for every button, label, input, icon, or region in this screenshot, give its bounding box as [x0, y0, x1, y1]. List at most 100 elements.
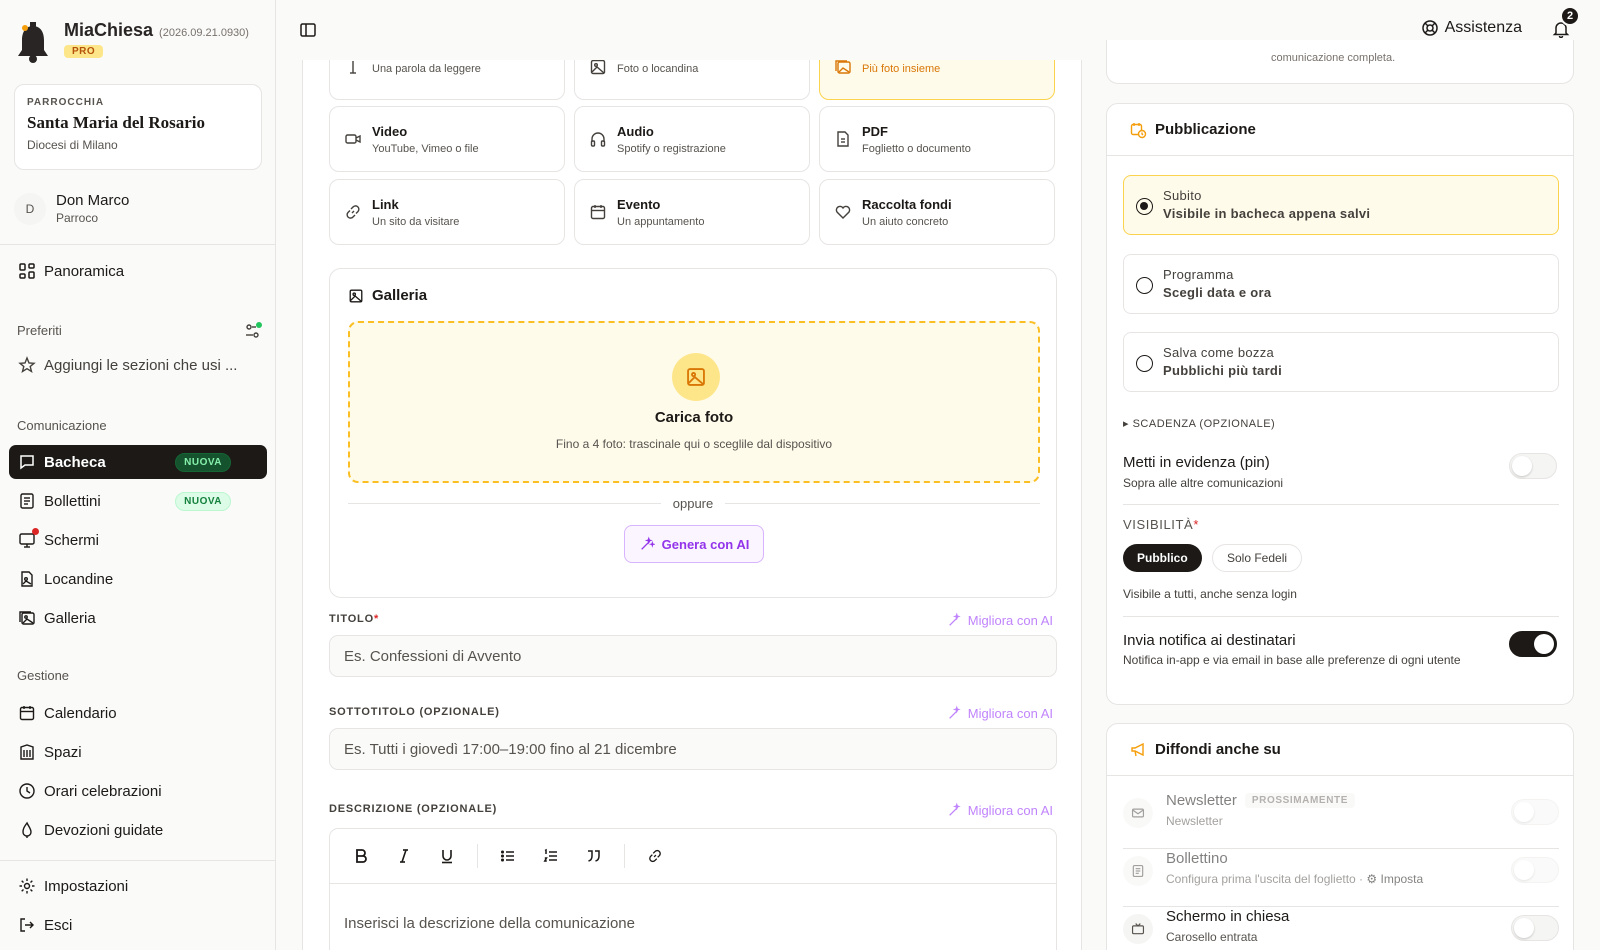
new-badge: NUOVA — [175, 491, 231, 511]
mail-icon — [1123, 798, 1153, 828]
type-card-event[interactable]: Evento Un appuntamento — [574, 179, 810, 245]
user-profile[interactable]: D Don Marco Parroco — [14, 192, 129, 225]
configure-link[interactable]: ⚙ Imposta — [1366, 872, 1423, 886]
type-card-pdf[interactable]: PDF Foglietto o documento — [819, 106, 1055, 172]
type-card-fundraising[interactable]: Raccolta fondi Un aiuto concreto — [819, 179, 1055, 245]
list-icon — [500, 850, 514, 862]
sidebar-item-calendario[interactable]: Calendario — [9, 696, 267, 730]
bulletin-switch — [1511, 857, 1559, 883]
favorites-hint-label: Aggiungi le sezioni che usi ... — [44, 356, 238, 374]
sidebar-item-logout[interactable]: Esci — [9, 908, 267, 942]
italic-button[interactable] — [391, 843, 417, 869]
channel-sub: Carosello entrata — [1166, 930, 1258, 944]
improve-ai-label: Migliora con AI — [967, 705, 1053, 721]
photo-dropzone[interactable]: Carica foto Fino a 4 foto: trascinale qu… — [348, 321, 1040, 483]
newspaper-icon — [20, 493, 34, 509]
channel-sub: Newsletter — [1166, 814, 1223, 828]
deadline-toggle[interactable]: ▸ SCADENZA (OPZIONALE) — [1123, 417, 1275, 430]
link-icon — [649, 849, 661, 863]
type-title: Evento — [617, 196, 661, 212]
type-sub: Spotify o registrazione — [617, 142, 726, 155]
option-sub: Visibile in bacheca appena salvi — [1163, 206, 1371, 221]
notifications-count: 2 — [1560, 6, 1580, 26]
visibility-faithful-pill[interactable]: Solo Fedeli — [1212, 544, 1303, 572]
sidebar-divider — [0, 860, 276, 861]
link-button[interactable] — [642, 843, 668, 869]
sidebar-item-settings[interactable]: Impostazioni — [9, 869, 267, 903]
sidebar-toggle-icon[interactable] — [299, 21, 317, 39]
sidebar-item-schermi[interactable]: Schermi — [9, 523, 267, 557]
help-button[interactable]: Assistenza — [1421, 19, 1522, 37]
sidebar-item-orari[interactable]: Orari celebrazioni — [9, 774, 267, 808]
upload-image-icon — [672, 353, 720, 401]
sidebar-item-label: Bollettini — [44, 492, 101, 510]
description-editor[interactable]: Inserisci la descrizione della comunicaz… — [329, 828, 1057, 950]
sidebar-item-label: Impostazioni — [44, 877, 129, 895]
underline-button[interactable] — [434, 843, 460, 869]
improve-description-ai-button[interactable]: Migliora con AI — [947, 802, 1053, 818]
channel-sub-text: Configura prima l'uscita del foglietto · — [1166, 872, 1367, 886]
improve-title-ai-button[interactable]: Migliora con AI — [947, 612, 1053, 628]
favorites-settings-icon[interactable] — [244, 322, 262, 340]
toolbar-separator — [477, 844, 478, 868]
images-icon — [835, 60, 851, 74]
visibility-note: Visibile a tutti, anche senza login — [1123, 587, 1297, 601]
text-icon — [350, 61, 356, 74]
star-icon — [18, 356, 36, 374]
option-title: Salva come bozza — [1163, 345, 1275, 360]
lifebuoy-icon — [1421, 20, 1438, 36]
type-card-link[interactable]: Link Un sito da visitare — [329, 179, 565, 245]
type-sub: Una parola da leggere — [372, 63, 481, 75]
sidebar-item-devozioni[interactable]: Devozioni guidate — [9, 813, 267, 847]
numbered-list-button[interactable] — [538, 843, 564, 869]
notify-switch[interactable] — [1509, 631, 1557, 657]
magic-wand-icon — [640, 536, 655, 550]
brand[interactable]: MiaChiesa (2026.09.21.0930) PRO — [16, 20, 249, 64]
list-ordered-icon — [543, 848, 557, 862]
generate-ai-button[interactable]: Genera con AI — [624, 525, 764, 563]
bold-icon — [356, 849, 367, 863]
sidebar-item-overview[interactable]: Panoramica — [9, 254, 267, 288]
title-input[interactable]: Es. Confessioni di Avvento — [329, 635, 1057, 677]
type-sub: Un appuntamento — [617, 215, 705, 228]
subtitle-input[interactable]: Es. Tutti i giovedì 17:00–19:00 fino al … — [329, 728, 1057, 770]
publish-now-option[interactable]: Subito Visibile in bacheca appena salvi — [1123, 175, 1559, 235]
draft-option[interactable]: Salva come bozza Pubblichi più tardi — [1123, 332, 1559, 392]
type-card-image[interactable]: Foto o locandina — [574, 60, 810, 100]
required-mark: * — [1193, 517, 1199, 532]
sidebar-item-bacheca[interactable]: Bacheca NUOVA — [9, 445, 267, 479]
visibility-public-pill[interactable]: Pubblico — [1123, 544, 1202, 572]
notifications-button[interactable]: 2 — [1552, 6, 1580, 38]
favorites-add-hint[interactable]: Aggiungi le sezioni che usi ... — [9, 348, 267, 382]
option-title: Programma — [1163, 267, 1234, 282]
gallery-card: Galleria Carica foto Fino a 4 foto: tras… — [329, 268, 1057, 598]
type-card-audio[interactable]: Audio Spotify o registrazione — [574, 106, 810, 172]
images-icon — [19, 611, 35, 625]
sidebar-item-bollettini[interactable]: Bollettini NUOVA — [9, 484, 267, 518]
parish-name: Santa Maria del Rosario — [27, 113, 206, 132]
parish-card[interactable]: PARROCCHIA Santa Maria del Rosario Dioce… — [14, 84, 262, 170]
sidebar-item-spazi[interactable]: Spazi — [9, 735, 267, 769]
sidebar-item-label: Devozioni guidate — [44, 821, 164, 839]
spread-card: Diffondi anche su Newsletter PROSSIMAMENT… — [1106, 723, 1574, 950]
channel-title: Newsletter PROSSIMAMENTE — [1166, 792, 1355, 809]
pin-switch[interactable] — [1509, 453, 1557, 479]
newsletter-switch — [1511, 799, 1559, 825]
publication-card: Pubblicazione Subito Visibile in bacheca… — [1106, 103, 1574, 705]
church-screen-switch[interactable] — [1511, 915, 1559, 941]
app-name: MiaChiesa — [64, 20, 154, 40]
bold-button[interactable] — [348, 843, 374, 869]
spread-title: Diffondi anche su — [1155, 741, 1281, 758]
bullet-list-button[interactable] — [495, 843, 521, 869]
summary-card: comunicazione completa. — [1106, 40, 1574, 84]
type-title: Audio — [617, 123, 654, 139]
type-sub: Un sito da visitare — [372, 215, 460, 228]
schedule-option[interactable]: Programma Scegli data e ora — [1123, 254, 1559, 314]
sidebar-item-galleria[interactable]: Galleria — [9, 601, 267, 635]
improve-subtitle-ai-button[interactable]: Migliora con AI — [947, 705, 1053, 721]
type-card-text[interactable]: Una parola da leggere — [329, 60, 565, 100]
type-card-gallery[interactable]: Più foto insieme — [819, 60, 1055, 100]
quote-button[interactable] — [581, 843, 607, 869]
type-card-video[interactable]: Video YouTube, Vimeo o file — [329, 106, 565, 172]
sidebar-item-locandine[interactable]: Locandine — [9, 562, 267, 596]
